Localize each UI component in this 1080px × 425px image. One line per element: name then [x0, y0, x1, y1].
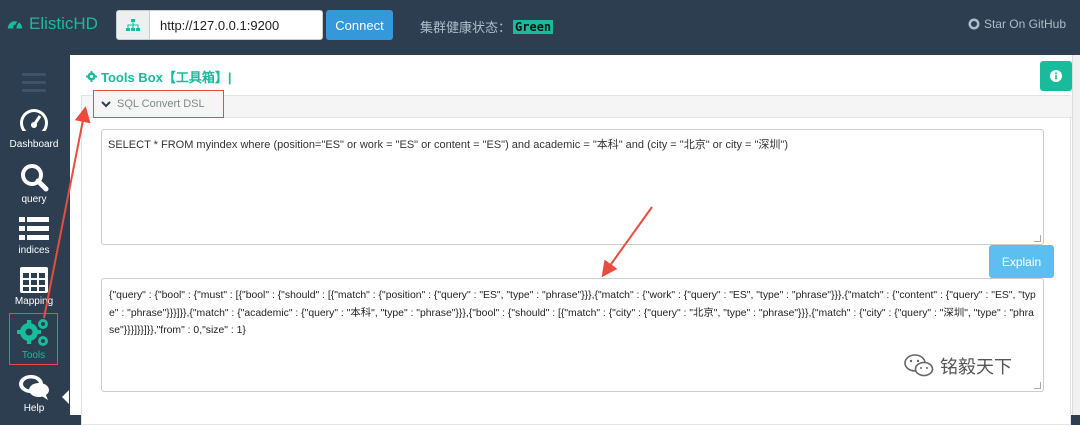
- sidebar-item-label: indices: [18, 245, 50, 256]
- active-item-caret: [62, 390, 69, 404]
- sidebar-item-indices[interactable]: indices: [0, 215, 68, 256]
- sql-input[interactable]: SELECT * FROM myindex where (position="E…: [101, 129, 1044, 245]
- sidebar-item-help[interactable]: Help: [0, 373, 68, 414]
- resize-handle[interactable]: [1034, 235, 1041, 242]
- sidebar-item-label: Mapping: [14, 296, 54, 307]
- sql-text: SELECT * FROM myindex where (position="E…: [108, 139, 789, 151]
- sidebar-item-label: query: [21, 194, 47, 205]
- github-link[interactable]: Star On GitHub: [968, 17, 1066, 31]
- sidebar-item-label: Dashboard: [9, 139, 59, 150]
- github-icon: [968, 18, 980, 30]
- cluster-health: 集群健康状态： Green: [420, 17, 554, 36]
- gear-icon: [86, 71, 97, 82]
- scrollbar[interactable]: [1072, 55, 1080, 415]
- connect-button[interactable]: Connect: [326, 10, 393, 40]
- gears-icon: [16, 319, 48, 346]
- watermark-text: 铭毅天下: [940, 357, 1012, 377]
- explain-button[interactable]: Explain: [989, 245, 1054, 278]
- resize-handle[interactable]: [1034, 382, 1041, 389]
- sidebar-item-tools[interactable]: Tools: [9, 313, 58, 365]
- info-button[interactable]: [1040, 61, 1072, 91]
- sitemap-icon: [116, 10, 150, 40]
- wechat-icon: [904, 354, 934, 377]
- table-icon: [20, 267, 48, 293]
- watermark: 铭毅天下: [904, 353, 1012, 379]
- search-icon: [21, 164, 49, 192]
- tools-header: Tools Box【工具箱】|: [70, 55, 1080, 95]
- panel-header: [82, 96, 1072, 118]
- github-label: Star On GitHub: [983, 17, 1066, 31]
- top-navbar: ElisticHD Connect 集群健康状态： Green Star On …: [0, 0, 1080, 50]
- dsl-text: {"query" : {"bool" : {"must" : [{"bool" …: [109, 290, 1036, 336]
- sidebar-item-label: Tools: [21, 350, 46, 361]
- sidebar-item-mapping[interactable]: Mapping: [0, 266, 68, 307]
- chat-icon: [19, 375, 49, 400]
- dsl-output[interactable]: {"query" : {"bool" : {"must" : [{"bool" …: [101, 278, 1044, 392]
- info-icon: [1050, 70, 1062, 82]
- sidebar-item-dashboard[interactable]: Dashboard: [0, 107, 68, 150]
- list-icon: [19, 217, 49, 240]
- sidebar-item-query[interactable]: query: [0, 162, 68, 205]
- sql-convert-toggle[interactable]: SQL Convert DSL: [93, 90, 224, 118]
- section-label: SQL Convert DSL: [117, 98, 205, 110]
- cluster-health-label: 集群健康状态：: [420, 20, 512, 35]
- dashboard-icon: [7, 20, 23, 29]
- brand-name: ElisticHD: [29, 14, 98, 33]
- page-title-text: Tools Box【工具箱】|: [101, 70, 232, 85]
- brand[interactable]: ElisticHD: [6, 14, 98, 34]
- page-title: Tools Box【工具箱】|: [86, 67, 232, 86]
- chevron-down-icon: [101, 100, 111, 107]
- sidebar: Dashboard query indices Mapping Tools He…: [0, 55, 69, 415]
- es-address-input[interactable]: [150, 10, 323, 40]
- sidebar-item-label: Help: [23, 403, 45, 414]
- menu-toggle-icon[interactable]: [22, 73, 46, 92]
- cluster-status-badge: Green: [513, 19, 554, 34]
- address-group: [116, 10, 323, 40]
- dashboard-icon: [20, 109, 48, 137]
